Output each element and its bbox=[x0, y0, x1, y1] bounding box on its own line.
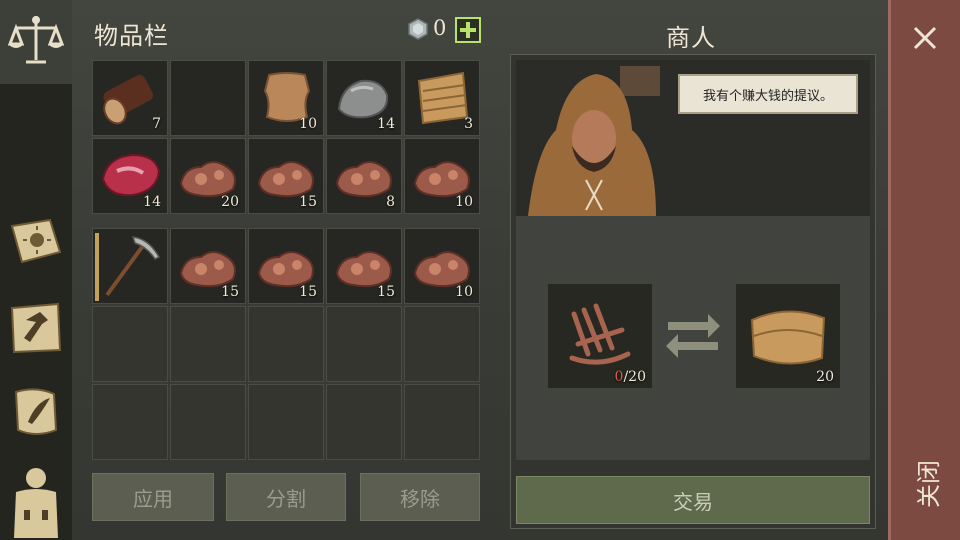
sidebar bbox=[0, 0, 72, 540]
inventory-slot[interactable] bbox=[92, 228, 168, 304]
item-count: 20 bbox=[221, 194, 239, 210]
inventory-slot[interactable] bbox=[170, 60, 246, 136]
inventory-slot[interactable] bbox=[404, 384, 480, 460]
inventory-slot[interactable]: 14 bbox=[326, 60, 402, 136]
item-count: 8 bbox=[386, 194, 395, 210]
inventory-slot[interactable]: 10 bbox=[404, 138, 480, 214]
item-count: 7 bbox=[152, 116, 161, 132]
tab-trade-active[interactable] bbox=[0, 0, 72, 84]
inventory-slot[interactable] bbox=[326, 384, 402, 460]
inventory-slot[interactable] bbox=[404, 306, 480, 382]
split-button[interactable]: 分割 bbox=[226, 473, 346, 521]
trade-receive-slot[interactable]: 20 bbox=[736, 284, 840, 388]
currency-count: 0 bbox=[433, 16, 447, 40]
inventory-slot[interactable]: 15 bbox=[170, 228, 246, 304]
inventory-slot[interactable]: 3 bbox=[404, 60, 480, 136]
inventory-slot[interactable] bbox=[170, 306, 246, 382]
merchant-title: 商人 bbox=[666, 24, 716, 52]
item-count: 15 bbox=[299, 284, 317, 300]
item-count: 10 bbox=[299, 116, 317, 132]
plus-icon bbox=[460, 22, 476, 38]
item-count: 15 bbox=[299, 194, 317, 210]
item-count: 15 bbox=[221, 284, 239, 300]
inventory-slot[interactable]: 15 bbox=[248, 228, 324, 304]
item-count: 3 bbox=[464, 116, 473, 132]
item-count: 10 bbox=[455, 194, 473, 210]
trade-give-count: 0/20 bbox=[615, 369, 646, 385]
trade-button[interactable]: 交易 bbox=[516, 476, 870, 524]
inventory-slot[interactable] bbox=[248, 384, 324, 460]
close-icon[interactable] bbox=[905, 18, 945, 58]
merchant-speech-bubble: 我有个赚大钱的提议。 bbox=[678, 74, 858, 114]
durability-bar bbox=[95, 233, 99, 301]
inventory-slot[interactable] bbox=[92, 384, 168, 460]
item-count: 10 bbox=[455, 284, 473, 300]
item-count: 15 bbox=[377, 284, 395, 300]
close-panel[interactable]: 关闭 bbox=[888, 0, 960, 540]
inventory-slot[interactable]: 14 bbox=[92, 138, 168, 214]
need-count: /20 bbox=[623, 369, 646, 385]
inventory-slot[interactable]: 10 bbox=[248, 60, 324, 136]
crafting-book-icon[interactable] bbox=[6, 212, 66, 272]
add-currency-button[interactable] bbox=[455, 17, 481, 43]
use-button[interactable]: 应用 bbox=[92, 473, 214, 521]
remove-button[interactable]: 移除 bbox=[360, 473, 480, 521]
gem-icon bbox=[406, 17, 430, 41]
inventory-slot[interactable]: 15 bbox=[326, 228, 402, 304]
item-count: 14 bbox=[143, 194, 161, 210]
trade-give-slot[interactable]: 0/20 bbox=[548, 284, 652, 388]
inventory-slot[interactable] bbox=[92, 306, 168, 382]
inventory-slot[interactable]: 7 bbox=[92, 60, 168, 136]
inventory-slot[interactable]: 15 bbox=[248, 138, 324, 214]
quest-scroll-icon[interactable] bbox=[6, 382, 66, 442]
pickaxe-icon bbox=[105, 236, 161, 297]
inventory-grid: 7 10 14 3 14 20 15 8 10 15 15 15 10 bbox=[92, 60, 484, 460]
inventory-slot[interactable] bbox=[170, 384, 246, 460]
inventory-title: 物品栏 bbox=[94, 22, 169, 50]
inventory-slot[interactable]: 8 bbox=[326, 138, 402, 214]
item-count: 20 bbox=[816, 369, 834, 385]
item-count: 14 bbox=[377, 116, 395, 132]
inventory-slot[interactable]: 20 bbox=[170, 138, 246, 214]
scales-icon bbox=[7, 16, 65, 64]
inventory-slot[interactable]: 10 bbox=[404, 228, 480, 304]
inventory-slot[interactable] bbox=[326, 306, 402, 382]
character-icon[interactable] bbox=[6, 462, 66, 538]
build-hammer-icon[interactable] bbox=[6, 298, 66, 358]
exchange-arrows-icon bbox=[664, 312, 722, 358]
close-label: 关闭 bbox=[915, 460, 943, 508]
inventory-slot[interactable] bbox=[248, 306, 324, 382]
